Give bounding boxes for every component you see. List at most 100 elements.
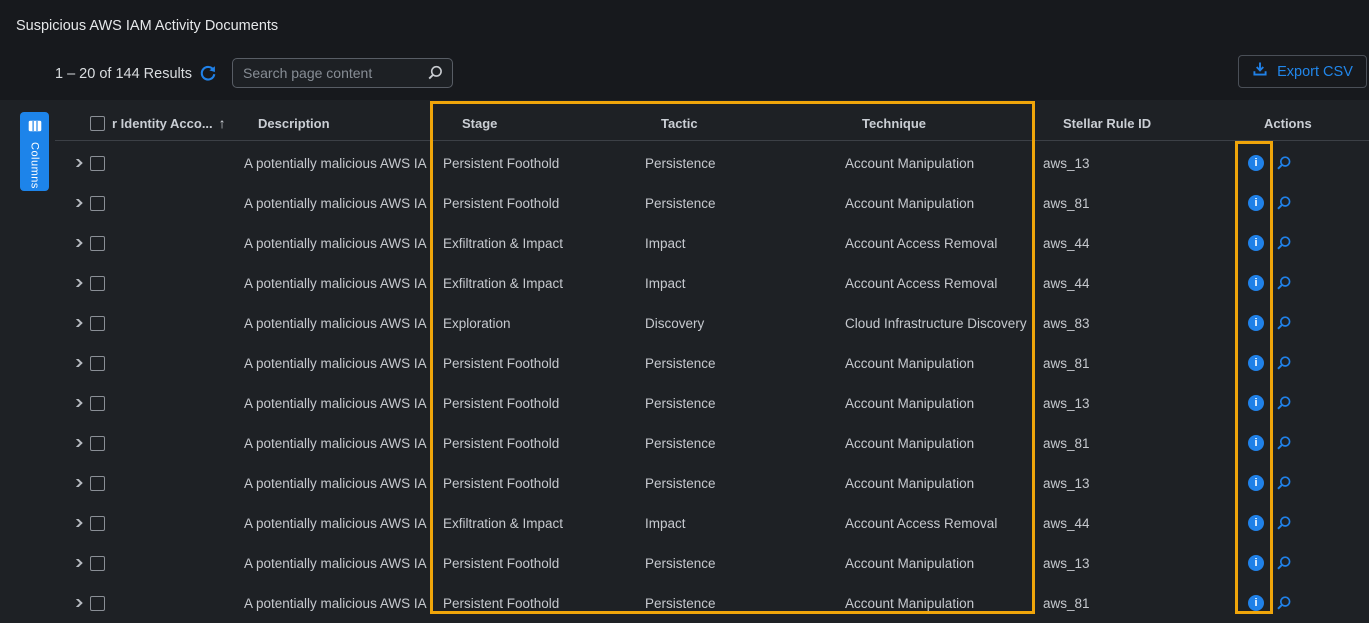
header-description[interactable]: Description bbox=[240, 116, 433, 131]
info-icon[interactable]: i bbox=[1248, 275, 1264, 291]
row-checkbox[interactable] bbox=[90, 436, 105, 451]
chevron-right-icon[interactable] bbox=[71, 279, 82, 287]
identity-account-header-label: r Identity Acco... bbox=[112, 116, 213, 131]
magnifier-icon[interactable] bbox=[1275, 355, 1292, 372]
description-cell: A potentially malicious AWS IA bbox=[240, 396, 433, 411]
info-icon[interactable]: i bbox=[1248, 595, 1264, 611]
actions-cell: i bbox=[1233, 155, 1369, 172]
technique-cell: Account Access Removal bbox=[833, 236, 1033, 251]
technique-cell: Account Manipulation bbox=[833, 196, 1033, 211]
row-checkbox[interactable] bbox=[90, 516, 105, 531]
tactic-cell: Persistence bbox=[633, 156, 833, 171]
refresh-icon[interactable] bbox=[198, 63, 218, 83]
row-checkbox[interactable] bbox=[90, 596, 105, 611]
actions-cell: i bbox=[1233, 555, 1369, 572]
header-stage[interactable]: Stage bbox=[433, 116, 633, 131]
info-icon[interactable]: i bbox=[1248, 195, 1264, 211]
info-icon[interactable]: i bbox=[1248, 155, 1264, 171]
magnifier-icon[interactable] bbox=[1275, 595, 1292, 612]
technique-cell: Account Manipulation bbox=[833, 156, 1033, 171]
magnifier-icon[interactable] bbox=[1275, 235, 1292, 252]
magnifier-icon[interactable] bbox=[1275, 395, 1292, 412]
header-identity-account[interactable]: r Identity Acco... ↑ bbox=[112, 115, 240, 131]
magnifier-icon[interactable] bbox=[1275, 475, 1292, 492]
chevron-right-icon[interactable] bbox=[71, 479, 82, 487]
table-row: A potentially malicious AWS IA Persisten… bbox=[0, 183, 1369, 223]
row-checkbox[interactable] bbox=[90, 236, 105, 251]
checkbox-cell bbox=[88, 516, 112, 531]
actions-cell: i bbox=[1233, 595, 1369, 612]
table-row: A potentially malicious AWS IA Persisten… bbox=[0, 423, 1369, 463]
row-checkbox[interactable] bbox=[90, 396, 105, 411]
header-tactic[interactable]: Tactic bbox=[633, 116, 833, 131]
magnifier-icon[interactable] bbox=[1275, 275, 1292, 292]
chevron-right-icon[interactable] bbox=[71, 319, 82, 327]
row-checkbox[interactable] bbox=[90, 556, 105, 571]
expand-cell bbox=[65, 159, 88, 167]
magnifier-icon[interactable] bbox=[1275, 195, 1292, 212]
stellar-rule-id-cell: aws_81 bbox=[1033, 356, 1233, 371]
description-cell: A potentially malicious AWS IA bbox=[240, 556, 433, 571]
info-icon[interactable]: i bbox=[1248, 395, 1264, 411]
search-input[interactable] bbox=[232, 58, 453, 88]
chevron-right-icon[interactable] bbox=[71, 519, 82, 527]
row-checkbox[interactable] bbox=[90, 476, 105, 491]
row-checkbox[interactable] bbox=[90, 316, 105, 331]
actions-cell: i bbox=[1233, 475, 1369, 492]
tactic-cell: Discovery bbox=[633, 316, 833, 331]
row-checkbox[interactable] bbox=[90, 156, 105, 171]
table-row: A potentially malicious AWS IA Persisten… bbox=[0, 383, 1369, 423]
header-stellar-rule-id[interactable]: Stellar Rule ID bbox=[1033, 116, 1233, 131]
stage-cell: Persistent Foothold bbox=[433, 476, 633, 491]
table-body: A potentially malicious AWS IA Persisten… bbox=[0, 143, 1369, 623]
tactic-cell: Persistence bbox=[633, 556, 833, 571]
row-checkbox[interactable] bbox=[90, 196, 105, 211]
expand-cell bbox=[65, 519, 88, 527]
table-row: A potentially malicious AWS IA Persisten… bbox=[0, 143, 1369, 183]
row-checkbox[interactable] bbox=[90, 276, 105, 291]
select-all-checkbox[interactable] bbox=[90, 116, 105, 131]
chevron-right-icon[interactable] bbox=[71, 399, 82, 407]
magnifier-icon[interactable] bbox=[1275, 435, 1292, 452]
info-icon[interactable]: i bbox=[1248, 555, 1264, 571]
header-separator bbox=[55, 140, 1369, 141]
table-row: A potentially malicious AWS IA Exfiltrat… bbox=[0, 503, 1369, 543]
chevron-right-icon[interactable] bbox=[71, 559, 82, 567]
expand-cell bbox=[65, 399, 88, 407]
info-icon[interactable]: i bbox=[1248, 235, 1264, 251]
sort-ascending-arrow[interactable]: ↑ bbox=[219, 115, 226, 131]
expand-cell bbox=[65, 599, 88, 607]
magnifier-icon[interactable] bbox=[1275, 315, 1292, 332]
chevron-right-icon[interactable] bbox=[71, 599, 82, 607]
info-icon[interactable]: i bbox=[1248, 475, 1264, 491]
stellar-rule-id-cell: aws_44 bbox=[1033, 276, 1233, 291]
row-checkbox[interactable] bbox=[90, 356, 105, 371]
description-cell: A potentially malicious AWS IA bbox=[240, 356, 433, 371]
expand-cell bbox=[65, 199, 88, 207]
checkbox-cell bbox=[88, 396, 112, 411]
chevron-right-icon[interactable] bbox=[71, 439, 82, 447]
search-box bbox=[232, 58, 453, 88]
info-icon[interactable]: i bbox=[1248, 515, 1264, 531]
export-csv-button[interactable]: Export CSV bbox=[1238, 55, 1367, 88]
info-icon[interactable]: i bbox=[1248, 355, 1264, 371]
tactic-cell: Impact bbox=[633, 276, 833, 291]
actions-cell: i bbox=[1233, 355, 1369, 372]
chevron-right-icon[interactable] bbox=[71, 159, 82, 167]
magnifier-icon[interactable] bbox=[1275, 155, 1292, 172]
info-icon[interactable]: i bbox=[1248, 315, 1264, 331]
info-icon[interactable]: i bbox=[1248, 435, 1264, 451]
description-cell: A potentially malicious AWS IA bbox=[240, 156, 433, 171]
description-cell: A potentially malicious AWS IA bbox=[240, 316, 433, 331]
header-technique[interactable]: Technique bbox=[833, 116, 1033, 131]
stellar-rule-id-cell: aws_13 bbox=[1033, 476, 1233, 491]
chevron-right-icon[interactable] bbox=[71, 359, 82, 367]
actions-cell: i bbox=[1233, 235, 1369, 252]
description-cell: A potentially malicious AWS IA bbox=[240, 236, 433, 251]
stellar-rule-id-cell: aws_81 bbox=[1033, 436, 1233, 451]
chevron-right-icon[interactable] bbox=[71, 199, 82, 207]
chevron-right-icon[interactable] bbox=[71, 239, 82, 247]
magnifier-icon[interactable] bbox=[1275, 515, 1292, 532]
magnifier-icon[interactable] bbox=[1275, 555, 1292, 572]
technique-cell: Account Access Removal bbox=[833, 276, 1033, 291]
